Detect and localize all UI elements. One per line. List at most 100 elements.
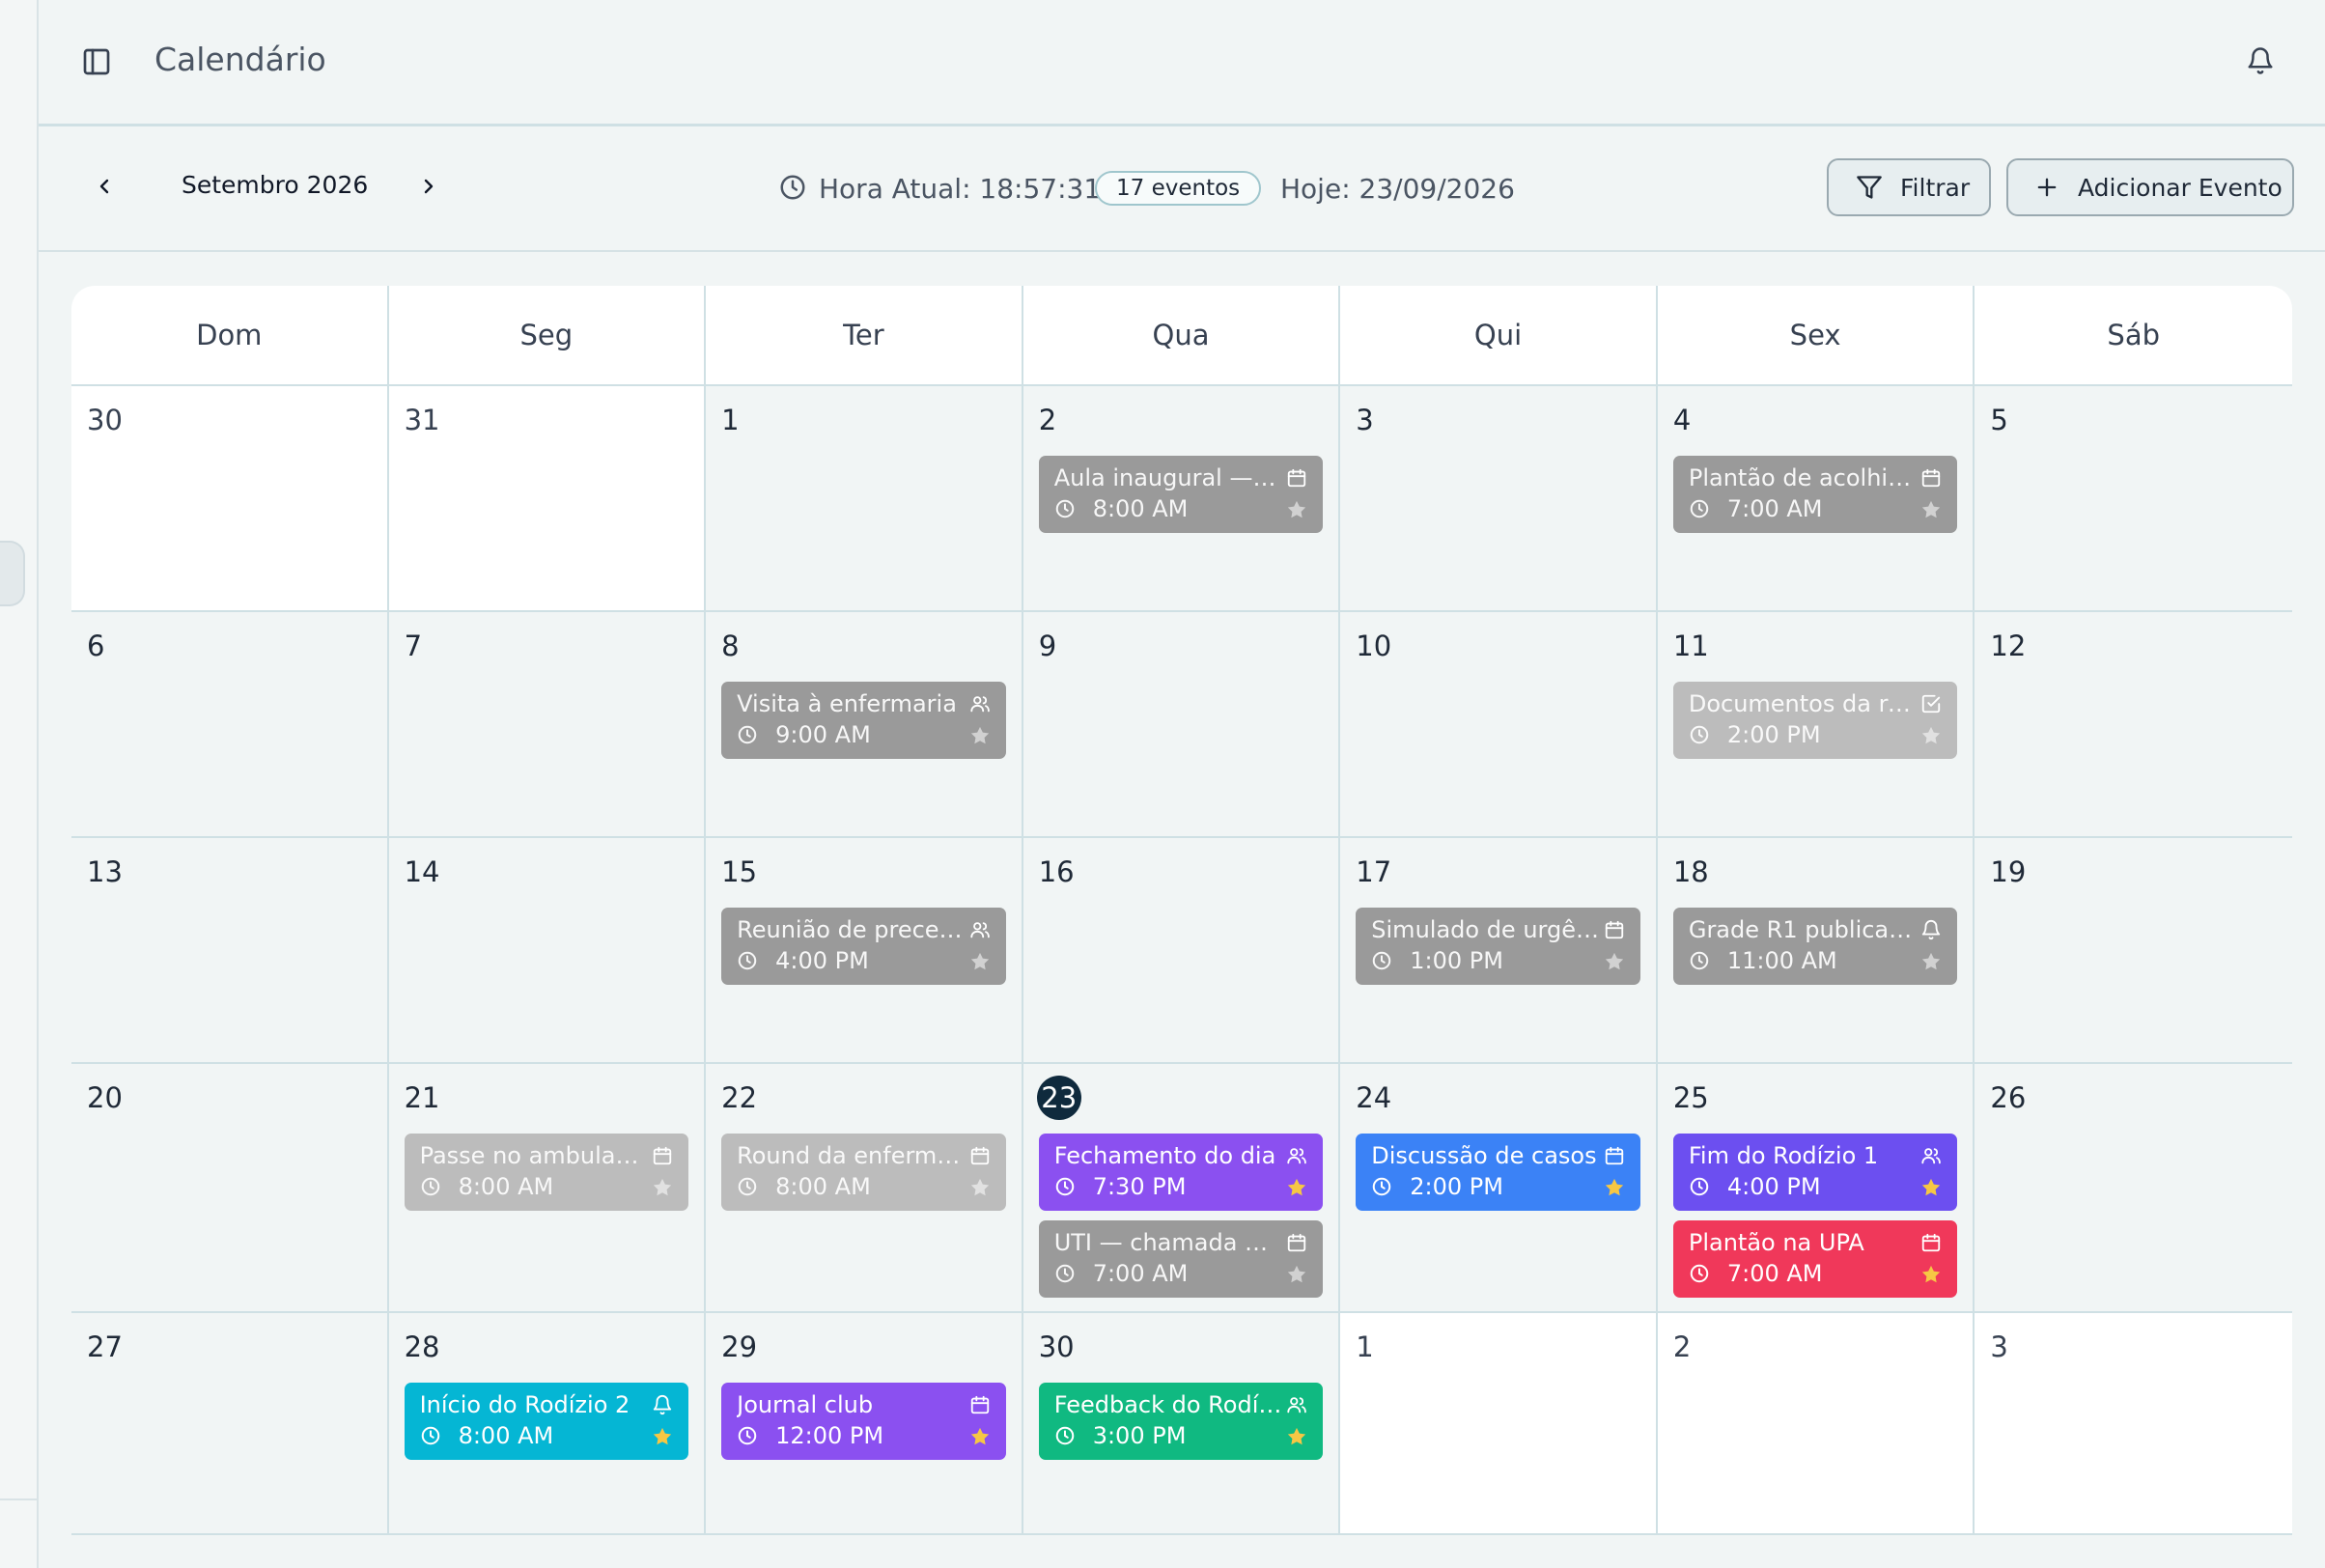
event-card[interactable]: Round da enfermaria 8:00 AM	[721, 1134, 1006, 1211]
event-card[interactable]: Passe no ambulatório 8:00 AM	[404, 1134, 689, 1211]
day-cell[interactable]: 25 Fim do Rodízio 1 4:00 PM Plantão na UPA 7…	[1657, 1064, 1975, 1313]
calendar-icon	[1288, 468, 1306, 488]
event-card[interactable]: Fechamento do dia 7:30 PM	[1038, 1134, 1324, 1211]
event-card[interactable]: Plantão de acolhimento 7:00 AM	[1672, 456, 1958, 533]
event-title: Início do Rodízio 2	[419, 1391, 630, 1418]
star-icon[interactable]	[1920, 951, 1942, 972]
event-card[interactable]: Discussão de casos 2:00 PM	[1356, 1134, 1640, 1211]
day-cell[interactable]: 12	[1975, 612, 2292, 838]
day-cell[interactable]: 14	[388, 838, 707, 1064]
day-cell[interactable]: 13	[71, 838, 389, 1064]
next-month-chevron-icon[interactable]	[417, 175, 440, 198]
day-cell[interactable]: 18 Grade R1 publicada 11:00 AM	[1657, 838, 1975, 1064]
star-icon[interactable]	[1286, 1177, 1307, 1198]
day-cell[interactable]: 17 Simulado de urgência 1:00 PM	[1340, 838, 1658, 1064]
day-number: 17	[1356, 855, 1392, 888]
calendar-icon	[970, 1146, 989, 1165]
day-cell[interactable]: 3	[1975, 1313, 2292, 1535]
event-card[interactable]: Início do Rodízio 2 8:00 AM	[404, 1383, 689, 1460]
star-icon[interactable]	[1286, 499, 1307, 520]
day-number: 1	[721, 404, 740, 436]
star-icon[interactable]	[969, 1426, 991, 1447]
day-events-list: Documentos da residência 2:00 PM	[1672, 682, 1958, 759]
day-cell[interactable]: 9	[1022, 612, 1341, 838]
event-card[interactable]: Plantão na UPA 7:00 AM	[1672, 1220, 1958, 1298]
bell-icon	[1922, 920, 1941, 940]
clock-icon	[1373, 951, 1391, 970]
event-card[interactable]: Aula inaugural — Clínica 8:00 AM	[1038, 456, 1324, 533]
day-number: 31	[404, 404, 440, 436]
clock-icon	[780, 175, 805, 200]
add-event-button-label: Adicionar Evento	[2078, 173, 2283, 202]
day-cell[interactable]: 22 Round da enfermaria 8:00 AM	[706, 1064, 1023, 1313]
event-card[interactable]: Fim do Rodízio 1 4:00 PM	[1672, 1134, 1958, 1211]
day-cell[interactable]: 29 Journal club 12:00 PM	[706, 1313, 1023, 1535]
filter-button-label: Filtrar	[1900, 173, 1971, 202]
event-title: Plantão de acolhimento	[1688, 464, 1917, 491]
star-icon[interactable]	[1920, 1264, 1942, 1285]
weekday-label: Sex	[1657, 286, 1975, 386]
sidebar-resize-handle[interactable]	[0, 541, 25, 606]
filter-button[interactable]: Filtrar	[1827, 158, 1991, 216]
event-card[interactable]: Visita à enfermaria 9:00 AM	[721, 682, 1006, 759]
day-cell[interactable]: 23 Fechamento do dia 7:30 PM UTI — chamada …	[1022, 1064, 1341, 1313]
day-cell[interactable]: 11 Documentos da residência 2:00 PM	[1657, 612, 1975, 838]
event-time-row: 12:00 PM	[737, 1421, 991, 1450]
day-cell[interactable]: 7	[388, 612, 707, 838]
star-icon[interactable]	[1920, 725, 1942, 746]
day-cell[interactable]: 3	[1340, 386, 1658, 612]
event-card[interactable]: Journal club 12:00 PM	[721, 1383, 1006, 1460]
day-cell[interactable]: 30 Feedback do Rodízio 3:00 PM	[1022, 1313, 1341, 1535]
star-icon[interactable]	[1604, 951, 1625, 972]
day-cell[interactable]: 6	[71, 612, 389, 838]
notifications-bell-icon[interactable]	[2246, 46, 2275, 75]
event-time: 8:00 AM	[458, 1422, 554, 1449]
event-card[interactable]: Reunião de preceptoria 4:00 PM	[721, 908, 1006, 985]
day-cell[interactable]: 2 Aula inaugural — Clínica 8:00 AM	[1022, 386, 1341, 612]
star-icon[interactable]	[1920, 1177, 1942, 1198]
day-cell[interactable]: 27	[71, 1313, 389, 1535]
day-number: 11	[1672, 630, 1709, 662]
day-cell[interactable]: 2	[1657, 1313, 1975, 1535]
day-cell[interactable]: 26	[1975, 1064, 2292, 1313]
event-card[interactable]: Grade R1 publicada 11:00 AM	[1672, 908, 1958, 985]
day-cell[interactable]: 8 Visita à enfermaria 9:00 AM	[706, 612, 1023, 838]
add-event-button[interactable]: Adicionar Evento	[2006, 158, 2294, 216]
star-icon[interactable]	[1604, 1177, 1625, 1198]
star-icon[interactable]	[1286, 1264, 1307, 1285]
clock-icon	[1690, 499, 1709, 518]
day-cell[interactable]: 1	[706, 386, 1023, 612]
day-cell[interactable]: 15 Reunião de preceptoria 4:00 PM	[706, 838, 1023, 1064]
star-icon[interactable]	[969, 725, 991, 746]
day-cell[interactable]: 1	[1340, 1313, 1658, 1535]
day-cell[interactable]: 28 Início do Rodízio 2 8:00 AM	[388, 1313, 707, 1535]
day-number: 18	[1672, 855, 1709, 888]
event-time: 7:00 AM	[1726, 495, 1823, 522]
day-cell[interactable]: 20	[71, 1064, 389, 1313]
day-cell[interactable]: 30	[71, 386, 389, 612]
day-cell[interactable]: 24 Discussão de casos 2:00 PM	[1340, 1064, 1658, 1313]
event-card[interactable]: UTI — chamada da equipe 7:00 AM	[1038, 1220, 1324, 1298]
star-icon[interactable]	[652, 1426, 673, 1447]
day-number: 30	[1038, 1330, 1075, 1363]
calendar-icon	[1288, 1233, 1306, 1252]
day-cell[interactable]: 4 Plantão de acolhimento 7:00 AM	[1657, 386, 1975, 612]
event-title: Documentos da residência	[1688, 690, 1917, 717]
star-icon[interactable]	[1920, 499, 1942, 520]
day-cell[interactable]: 19	[1975, 838, 2292, 1064]
day-cell[interactable]: 21 Passe no ambulatório 8:00 AM	[388, 1064, 707, 1313]
star-icon[interactable]	[969, 951, 991, 972]
event-card[interactable]: Simulado de urgência 1:00 PM	[1356, 908, 1640, 985]
day-cell[interactable]: 31	[388, 386, 707, 612]
day-cell[interactable]: 10	[1340, 612, 1658, 838]
star-icon[interactable]	[969, 1177, 991, 1198]
event-card[interactable]: Feedback do Rodízio 3:00 PM	[1038, 1383, 1324, 1460]
day-cell[interactable]: 5	[1975, 386, 2292, 612]
star-icon[interactable]	[1286, 1426, 1307, 1447]
star-icon[interactable]	[652, 1177, 673, 1198]
event-card[interactable]: Documentos da residência 2:00 PM	[1672, 682, 1958, 759]
previous-month-chevron-icon[interactable]	[93, 175, 116, 198]
sidebar-toggle-icon[interactable]	[81, 46, 112, 77]
top-header: Calendário	[39, 0, 2325, 126]
day-cell[interactable]: 16	[1022, 838, 1341, 1064]
